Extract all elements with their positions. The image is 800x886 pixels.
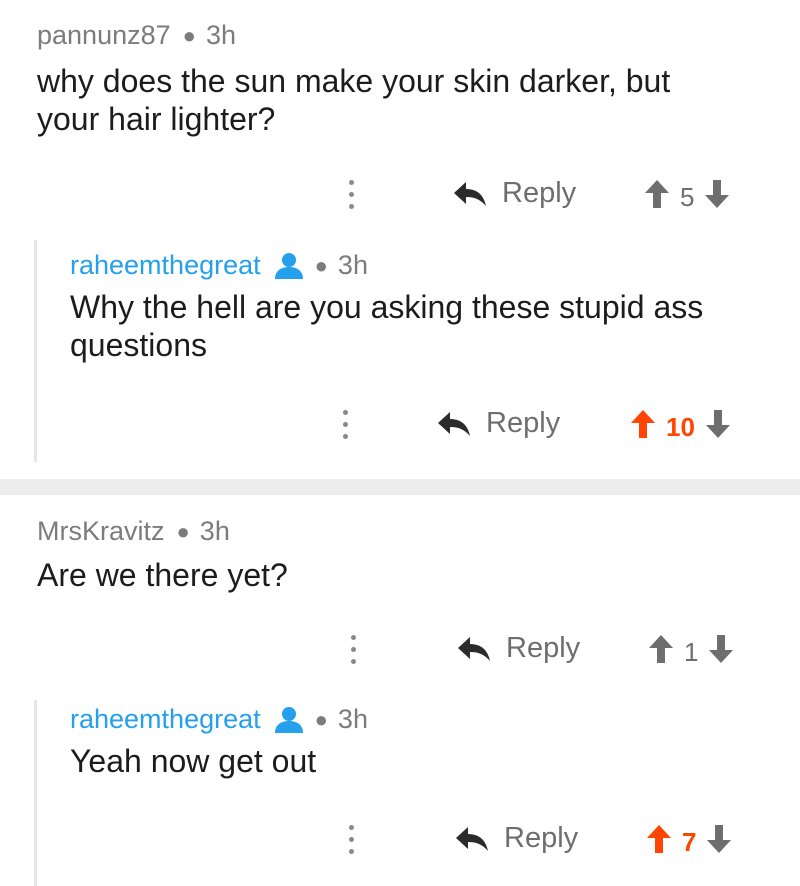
separator-dot-icon: ●: [314, 706, 328, 732]
reply-button[interactable]: Reply: [454, 822, 578, 855]
reply-button[interactable]: Reply: [456, 632, 580, 665]
downvote-arrow-icon[interactable]: [708, 634, 734, 671]
reply-arrow-icon: [454, 181, 486, 206]
reply-label: Reply: [504, 822, 579, 854]
comment-age: 3h: [337, 704, 368, 734]
reply-actions: Reply 10: [0, 405, 800, 445]
comment-body: Why the hell are you asking these stupid…: [70, 288, 703, 364]
separator-dot-icon: ●: [182, 22, 196, 48]
user-profile-icon: [273, 706, 305, 734]
vote-score: 5: [680, 182, 695, 212]
comment-meta: raheemthegreat ● 3h: [70, 250, 368, 281]
upvote-arrow-icon[interactable]: [646, 824, 672, 861]
comment-body-line: Why the hell are you asking these stupid…: [70, 289, 704, 325]
vote-score: 1: [684, 637, 699, 667]
comment-meta: MrsKravitz ● 3h: [37, 516, 230, 547]
thread-divider: [0, 479, 800, 495]
reply-label: Reply: [502, 177, 577, 209]
comment-body-line: why does the sun make your skin darker, …: [37, 63, 671, 99]
user-profile-icon: [273, 252, 305, 280]
comment-age: 3h: [205, 20, 236, 50]
reply-button[interactable]: Reply: [436, 407, 560, 440]
comment-author[interactable]: raheemthegreat: [70, 704, 261, 735]
more-options-icon[interactable]: [340, 408, 350, 442]
reply-label: Reply: [486, 407, 561, 439]
comment-author[interactable]: raheemthegreat: [70, 250, 261, 281]
upvote-arrow-icon[interactable]: [648, 634, 674, 671]
downvote-arrow-icon[interactable]: [704, 179, 730, 216]
comment-author[interactable]: pannunz87: [37, 20, 171, 51]
comment-age: 3h: [337, 250, 368, 280]
downvote-arrow-icon[interactable]: [706, 824, 732, 861]
more-options-icon[interactable]: [346, 178, 356, 212]
vote-controls: 5: [644, 179, 730, 216]
upvote-arrow-icon[interactable]: [644, 179, 670, 216]
reply-actions: Reply 7: [0, 820, 800, 860]
vote-score: 10: [666, 412, 695, 442]
vote-controls: 1: [648, 634, 734, 671]
reply-arrow-icon: [458, 636, 490, 661]
vote-controls: 7: [646, 824, 732, 861]
comment-body-line: Yeah now get out: [70, 743, 317, 779]
comment-author[interactable]: MrsKravitz: [37, 516, 165, 547]
more-options-icon[interactable]: [346, 823, 356, 857]
vote-controls: 10: [630, 409, 731, 446]
comment-body: Are we there yet?: [37, 556, 288, 594]
separator-dot-icon: ●: [314, 252, 328, 278]
comment-body-line: Are we there yet?: [37, 557, 288, 593]
vote-score: 7: [682, 827, 697, 857]
separator-dot-icon: ●: [176, 518, 190, 544]
comment-body-line: questions: [70, 327, 207, 363]
reply-arrow-icon: [438, 411, 470, 436]
reply-button[interactable]: Reply: [452, 177, 576, 210]
comment-meta: pannunz87 ● 3h: [37, 20, 236, 51]
comment-actions: Reply 5: [0, 175, 800, 215]
downvote-arrow-icon[interactable]: [705, 409, 731, 446]
more-options-icon[interactable]: [348, 633, 358, 667]
comment-body-line: your hair lighter?: [37, 101, 276, 137]
comment-actions: Reply 1: [0, 630, 800, 670]
comment-meta: raheemthegreat ● 3h: [70, 704, 368, 735]
upvote-arrow-icon[interactable]: [630, 409, 656, 446]
comment-age: 3h: [199, 516, 230, 546]
comment-body: Yeah now get out: [70, 742, 316, 780]
reply-arrow-icon: [456, 826, 488, 851]
reply-label: Reply: [506, 632, 581, 664]
comment-body: why does the sun make your skin darker, …: [37, 62, 670, 138]
